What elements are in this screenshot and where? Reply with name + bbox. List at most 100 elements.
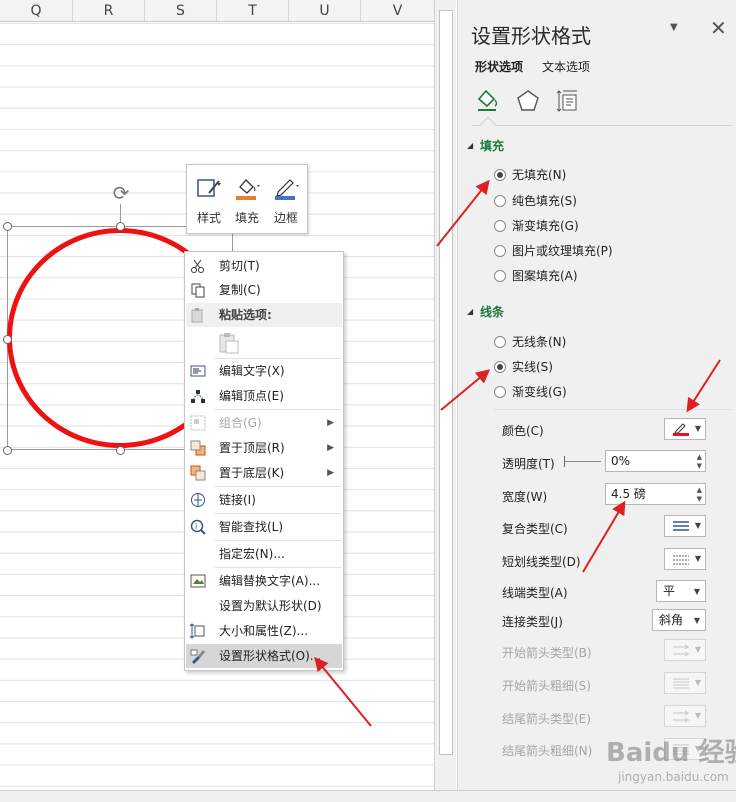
section-divider: [494, 409, 732, 410]
submenu-arrow-icon: ▶: [327, 443, 334, 453]
size-props-icon: [189, 623, 206, 639]
dash-type-dropdown[interactable]: ▼: [664, 548, 706, 570]
cap-type-dropdown[interactable]: 平 ▼: [656, 580, 706, 602]
menu-item-edit-alt-text[interactable]: 编辑替换文字(A)...: [186, 569, 342, 593]
menu-item-smart-lookup[interactable]: i 智能查找(L): [186, 515, 342, 539]
close-icon[interactable]: ✕: [710, 16, 727, 40]
menu-item-format-shape[interactable]: 设置形状格式(O)...: [186, 644, 342, 668]
outline-button[interactable]: 边框: [267, 171, 305, 229]
send-back-icon: [190, 465, 206, 481]
begin-arrow-size-label: 开始箭头粗细(S): [502, 679, 591, 693]
resize-handle-top[interactable]: [116, 222, 125, 231]
vertical-scroll-thumb[interactable]: [439, 10, 453, 755]
radio-button[interactable]: [494, 361, 506, 373]
radio-button[interactable]: [494, 245, 506, 257]
menu-item-edit-text[interactable]: 编辑文字(X): [186, 359, 342, 383]
column-header-q[interactable]: Q: [0, 0, 73, 22]
resize-handle-top-left[interactable]: [3, 222, 12, 231]
resize-handle-left[interactable]: [3, 335, 12, 344]
resize-handle-bottom[interactable]: [116, 446, 125, 455]
transparency-slider[interactable]: [564, 456, 601, 467]
menu-separator: [215, 513, 341, 514]
radio-button[interactable]: [494, 220, 506, 232]
menu-item-bring-to-front[interactable]: 置于顶层(R) ▶: [186, 436, 342, 460]
arrow-size-icon: [672, 677, 690, 690]
transparency-label: 透明度(T): [502, 457, 555, 471]
column-header-r[interactable]: R: [73, 0, 145, 22]
radio-button[interactable]: [494, 169, 506, 181]
spreadsheet-area[interactable]: Q R S T U V ⟳ 样式 填充 边框 剪切(T) 复制(C) 粘贴选项:…: [0, 0, 434, 790]
paste-clipboard-icon[interactable]: [218, 331, 240, 355]
link-icon: [190, 492, 206, 508]
edit-points-icon: [190, 388, 206, 404]
column-header-u[interactable]: U: [289, 0, 361, 22]
cap-type-label: 线端类型(A): [502, 586, 568, 600]
tab-shape-options[interactable]: 形状选项: [475, 58, 523, 75]
begin-arrow-type-dropdown[interactable]: ▼: [664, 639, 706, 661]
style-button[interactable]: 样式: [190, 171, 228, 229]
panel-options-dropdown-icon[interactable]: ▼: [670, 22, 678, 33]
menu-item-edit-points[interactable]: 编辑顶点(E): [186, 384, 342, 408]
radio-button[interactable]: [494, 336, 506, 348]
edit-text-icon: [190, 363, 206, 379]
copy-icon: [190, 282, 206, 298]
context-menu: 剪切(T) 复制(C) 粘贴选项: 编辑文字(X) 编辑顶点(E) 组合(G) …: [184, 251, 344, 671]
tab-text-options[interactable]: 文本选项: [542, 58, 590, 75]
mini-toolbar: 样式 填充 边框: [186, 164, 308, 234]
begin-arrow-size-dropdown[interactable]: ▼: [664, 672, 706, 694]
compound-type-dropdown[interactable]: ▼: [664, 515, 706, 537]
resize-handle-bottom-left[interactable]: [3, 446, 12, 455]
transparency-spinner[interactable]: 0% ▲ ▼: [605, 450, 706, 472]
collapse-triangle-icon[interactable]: ◢: [467, 307, 473, 316]
menu-item-set-default-shape[interactable]: 设置为默认形状(D): [186, 594, 342, 618]
menu-item-send-to-back[interactable]: 置于底层(K) ▶: [186, 461, 342, 485]
menu-item-group[interactable]: 组合(G) ▶: [186, 411, 342, 435]
end-arrow-type-label: 结尾箭头类型(E): [502, 712, 591, 726]
column-header-t[interactable]: T: [217, 0, 289, 22]
line-color-picker[interactable]: ▼: [664, 418, 706, 440]
menu-separator: [215, 540, 341, 541]
menu-item-size-properties[interactable]: 大小和属性(Z)...: [186, 619, 342, 643]
format-shape-panel: 设置形状格式 ▼ ✕ 形状选项 文本选项 ◢ 填充 无填充(N) 纯色填充(S)…: [457, 0, 736, 790]
fill-bucket-icon: [233, 175, 261, 201]
dash-type-label: 短划线类型(D): [502, 555, 581, 569]
effects-category-icon[interactable]: [515, 88, 541, 114]
radio-button[interactable]: [494, 195, 506, 207]
baidu-jingyan-watermark: Baidu 经验 jingyan.baidu.com: [606, 738, 736, 784]
menu-item-cut[interactable]: 剪切(T): [186, 254, 342, 278]
rotate-handle-icon[interactable]: ⟳: [110, 182, 132, 204]
spin-down-icon[interactable]: ▼: [697, 462, 702, 470]
menu-item-link[interactable]: 链接(I): [186, 488, 342, 512]
arrow-type-icon: [672, 710, 690, 723]
size-properties-category-icon[interactable]: [555, 88, 581, 114]
begin-arrow-type-label: 开始箭头类型(B): [502, 646, 592, 660]
radio-button[interactable]: [494, 270, 506, 282]
section-fill-heading[interactable]: 填充: [480, 137, 504, 154]
end-arrow-type-dropdown[interactable]: ▼: [664, 705, 706, 727]
group-icon: [190, 415, 206, 431]
fill-line-category-icon[interactable]: [474, 88, 500, 114]
compound-lines-icon: [672, 520, 690, 533]
compound-type-label: 复合类型(C): [502, 522, 568, 536]
join-type-dropdown[interactable]: 斜角 ▼: [652, 609, 706, 631]
column-header-s[interactable]: S: [145, 0, 217, 22]
vertical-scrollbar[interactable]: [434, 0, 456, 790]
column-header-v[interactable]: V: [361, 0, 434, 22]
menu-item-copy[interactable]: 复制(C): [186, 278, 342, 302]
color-label: 颜色(C): [502, 424, 544, 438]
menu-item-assign-macro[interactable]: 指定宏(N)...: [186, 542, 342, 566]
radio-button[interactable]: [494, 386, 506, 398]
submenu-arrow-icon: ▶: [327, 468, 334, 478]
spin-up-icon[interactable]: ▲: [697, 486, 702, 494]
collapse-triangle-icon[interactable]: ◢: [467, 141, 473, 150]
width-spinner[interactable]: 4.5 磅 ▲ ▼: [605, 483, 706, 505]
smart-lookup-icon: i: [190, 519, 206, 535]
section-line-heading[interactable]: 线条: [480, 303, 504, 320]
end-arrow-size-label: 结尾箭头粗细(N): [502, 744, 593, 758]
spin-down-icon[interactable]: ▼: [697, 495, 702, 503]
category-pointer: [479, 116, 497, 134]
menu-item-paste-options: 粘贴选项:: [186, 303, 342, 327]
spin-up-icon[interactable]: ▲: [697, 453, 702, 461]
fill-button[interactable]: 填充: [228, 171, 266, 229]
category-divider: [472, 125, 732, 126]
